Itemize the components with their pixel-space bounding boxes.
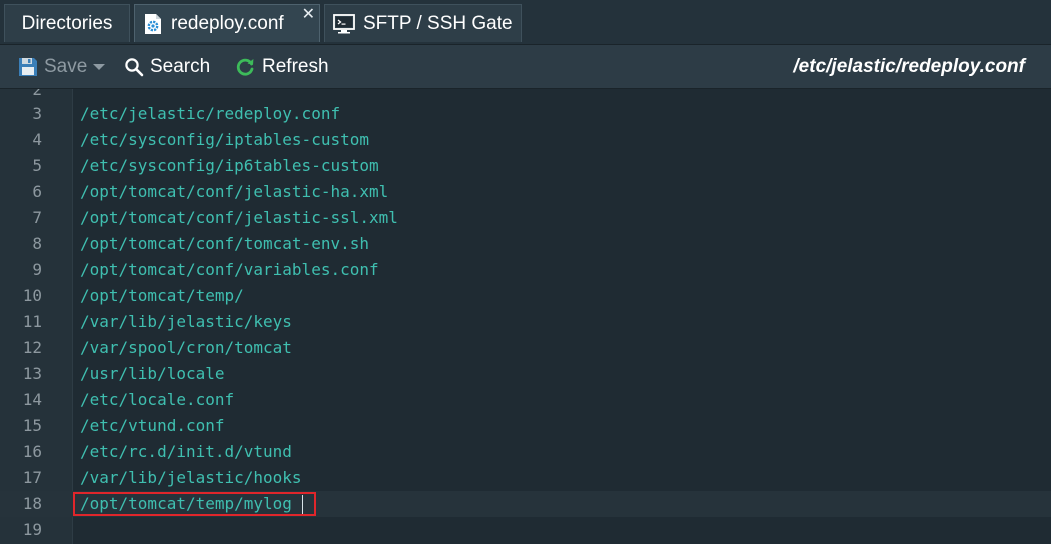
refresh-label: Refresh bbox=[262, 55, 329, 77]
code-line[interactable]: 16 /etc/rc.d/init.d/vtund bbox=[0, 439, 1051, 465]
line-number: 10 bbox=[22, 286, 42, 305]
code-line[interactable]: 8 /opt/tomcat/conf/tomcat-env.sh bbox=[0, 231, 1051, 257]
code-line[interactable]: 12 /var/spool/cron/tomcat bbox=[0, 335, 1051, 361]
line-text: /opt/tomcat/conf/jelastic-ha.xml bbox=[80, 182, 389, 201]
code-line[interactable]: 3 /etc/jelastic/redeploy.conf bbox=[0, 101, 1051, 127]
line-number: 11 bbox=[22, 312, 42, 331]
line-number: 13 bbox=[22, 364, 42, 383]
terminal-icon bbox=[333, 13, 355, 34]
line-text: /opt/tomcat/conf/tomcat-env.sh bbox=[80, 234, 369, 253]
line-number: 3 bbox=[32, 104, 42, 123]
line-text: /var/spool/cron/tomcat bbox=[80, 338, 292, 357]
line-text: /etc/sysconfig/iptables-custom bbox=[80, 130, 369, 149]
code-line[interactable]: 13 /usr/lib/locale bbox=[0, 361, 1051, 387]
code-line[interactable]: 7 /opt/tomcat/conf/jelastic-ssl.xml bbox=[0, 205, 1051, 231]
refresh-icon bbox=[234, 56, 256, 78]
editor-toolbar: Save Search Refresh /etc/jelastic/redepl… bbox=[0, 45, 1051, 89]
line-number: 19 bbox=[22, 520, 42, 539]
code-editor[interactable]: 2 3 /etc/jelastic/redeploy.conf 4 /etc/s… bbox=[0, 89, 1051, 544]
tab-label: redeploy.conf bbox=[171, 12, 284, 34]
line-number: 18 bbox=[22, 494, 42, 513]
line-text: /etc/jelastic/redeploy.conf bbox=[80, 104, 341, 123]
line-number: 5 bbox=[32, 156, 42, 175]
line-text: /etc/rc.d/init.d/vtund bbox=[80, 442, 292, 461]
magnifier-icon bbox=[124, 57, 144, 77]
line-text: /var/lib/jelastic/hooks bbox=[80, 468, 302, 487]
floppy-disk-icon bbox=[18, 57, 38, 77]
tab-bar: Directories redeploy.conf ✕ SFTP / SSH G… bbox=[0, 0, 1051, 45]
tab-label: Directories bbox=[21, 12, 113, 34]
annotation-highlight-box bbox=[73, 492, 316, 516]
tab-sftp-ssh-gate[interactable]: SFTP / SSH Gate bbox=[324, 4, 522, 42]
line-text: /var/lib/jelastic/keys bbox=[80, 312, 292, 331]
line-number: 12 bbox=[22, 338, 42, 357]
code-line[interactable]: 4 /etc/sysconfig/iptables-custom bbox=[0, 127, 1051, 153]
code-line[interactable]: 11 /var/lib/jelastic/keys bbox=[0, 309, 1051, 335]
code-line[interactable]: 14 /etc/locale.conf bbox=[0, 387, 1051, 413]
line-number: 4 bbox=[32, 130, 42, 149]
line-text: /opt/tomcat/conf/variables.conf bbox=[80, 260, 379, 279]
line-number: 15 bbox=[22, 416, 42, 435]
line-text: /etc/sysconfig/ip6tables-custom bbox=[80, 156, 379, 175]
code-line[interactable]: 6 /opt/tomcat/conf/jelastic-ha.xml bbox=[0, 179, 1051, 205]
refresh-button[interactable]: Refresh bbox=[234, 45, 329, 88]
line-text: /etc/vtund.conf bbox=[80, 416, 225, 435]
line-text: /usr/lib/locale bbox=[80, 364, 225, 383]
code-line[interactable]: 15 /etc/vtund.conf bbox=[0, 413, 1051, 439]
line-number: 6 bbox=[32, 182, 42, 201]
line-number: 17 bbox=[22, 468, 42, 487]
search-label: Search bbox=[150, 55, 211, 77]
line-number: 7 bbox=[32, 208, 42, 227]
tab-directories[interactable]: Directories bbox=[4, 4, 130, 42]
line-text: /etc/locale.conf bbox=[80, 390, 235, 409]
save-button[interactable]: Save bbox=[18, 45, 106, 88]
code-line[interactable]: 9 /opt/tomcat/conf/variables.conf bbox=[0, 257, 1051, 283]
code-line[interactable]: 19 bbox=[0, 517, 1051, 543]
tab-label: SFTP / SSH Gate bbox=[363, 12, 513, 34]
code-line[interactable]: 5 /etc/sysconfig/ip6tables-custom bbox=[0, 153, 1051, 179]
code-line[interactable]: 10 /opt/tomcat/temp/ bbox=[0, 283, 1051, 309]
line-number: 16 bbox=[22, 442, 42, 461]
search-button[interactable]: Search bbox=[124, 45, 210, 88]
save-label: Save bbox=[44, 55, 88, 77]
line-number: 14 bbox=[22, 390, 42, 409]
gear-file-icon bbox=[143, 13, 163, 35]
line-text: /opt/tomcat/conf/jelastic-ssl.xml bbox=[80, 208, 398, 227]
code-line[interactable]: 17 /var/lib/jelastic/hooks bbox=[0, 465, 1051, 491]
file-path: /etc/jelastic/redeploy.conf bbox=[793, 55, 1025, 77]
chevron-down-icon[interactable] bbox=[93, 63, 106, 70]
line-number: 8 bbox=[32, 234, 42, 253]
tab-redeploy-conf[interactable]: redeploy.conf ✕ bbox=[134, 4, 320, 42]
line-number: 9 bbox=[32, 260, 42, 279]
text-cursor bbox=[302, 495, 303, 514]
line-text: /opt/tomcat/temp/ bbox=[80, 286, 244, 305]
file-manager-window: Directories redeploy.conf ✕ SFTP / SSH G… bbox=[0, 0, 1051, 544]
close-icon[interactable]: ✕ bbox=[302, 7, 315, 23]
